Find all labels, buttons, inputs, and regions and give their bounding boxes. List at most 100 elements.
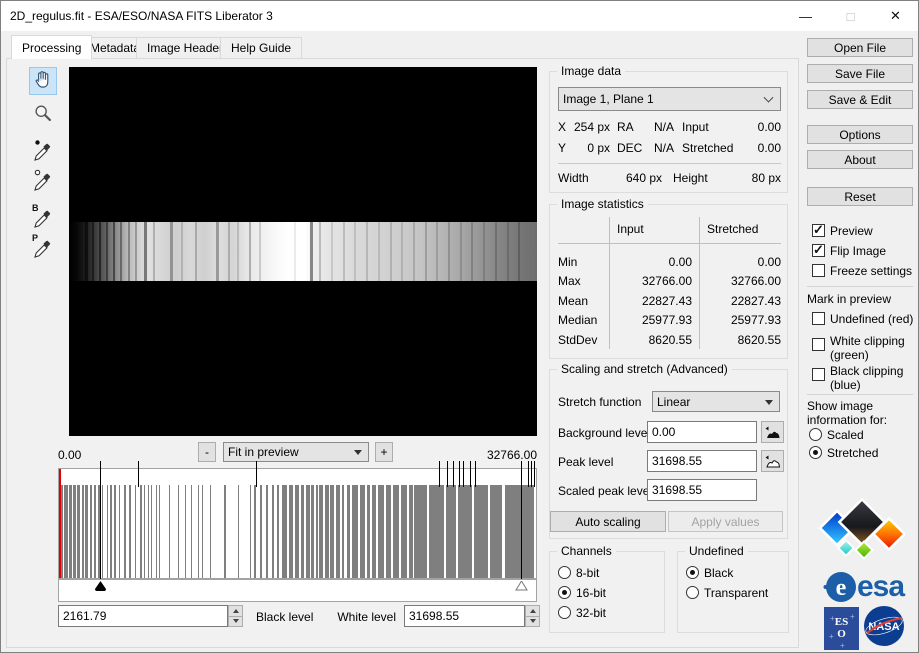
preview-checkbox[interactable] [812, 224, 825, 237]
mark-undefined-checkbox[interactable] [812, 312, 825, 325]
save-file-button[interactable]: Save File [807, 64, 913, 83]
channel-16bit-option[interactable]: 16-bit [558, 586, 606, 600]
background-picker-button[interactable] [761, 421, 784, 443]
peak-picker-tool-button[interactable] [29, 168, 57, 196]
histogram-bar [82, 485, 84, 578]
open-file-button[interactable]: Open File [807, 38, 913, 57]
freeze-settings-checkbox[interactable] [812, 264, 825, 277]
show-info-scaled-option[interactable]: Scaled [809, 428, 864, 442]
about-button[interactable]: About [807, 150, 913, 169]
histogram-range-combo[interactable]: Fit in preview [223, 442, 369, 462]
right-panel-separator [807, 286, 913, 287]
white-clipping-label: White clipping (green) [830, 334, 905, 362]
scaled-peak-level-label: Scaled peak level [558, 484, 652, 498]
save-and-edit-button[interactable]: Save & Edit [807, 90, 913, 109]
histogram-max-label: 32766.00 [437, 448, 537, 462]
absorption-line [249, 222, 251, 281]
stretch-function-combo[interactable]: Linear [652, 391, 780, 412]
channel-32bit-option[interactable]: 32-bit [558, 606, 606, 620]
reset-button[interactable]: Reset [807, 187, 913, 206]
undefined-black-option[interactable]: Black [686, 566, 733, 580]
preview-option[interactable]: Preview [812, 224, 873, 238]
white-level-slider-thumb[interactable] [515, 581, 528, 591]
hand-tool-button[interactable] [29, 67, 57, 95]
tab-help-guide[interactable]: Help Guide [220, 37, 302, 59]
mark-white-clipping-option[interactable]: White clipping (green) [812, 334, 905, 362]
histogram-tick [534, 461, 535, 487]
image-preview[interactable] [69, 67, 537, 436]
histogram-plot[interactable] [58, 468, 537, 579]
tab-processing[interactable]: Processing [11, 35, 92, 59]
histogram-bar [386, 485, 392, 578]
histogram-bar [185, 485, 186, 578]
black-level-spinner[interactable] [228, 605, 243, 627]
radio-32bit[interactable] [558, 606, 571, 619]
peak-level-input[interactable] [647, 450, 757, 472]
histogram-bar [360, 485, 365, 578]
histogram-bar [64, 485, 68, 578]
white-level-picker-tool-button[interactable]: P [29, 235, 57, 263]
svg-text:+: + [850, 612, 855, 621]
x-value: 254 px [568, 120, 610, 134]
absorption-line [216, 222, 219, 281]
white-level-spinner[interactable] [525, 605, 540, 627]
radio-undefined-black[interactable] [686, 566, 699, 579]
close-button[interactable]: ✕ [873, 1, 918, 31]
flip-image-checkbox[interactable] [812, 244, 825, 257]
radio-16bit[interactable] [558, 586, 571, 599]
histogram-zoom-out-button[interactable]: - [198, 442, 216, 462]
mark-undefined-label: Undefined (red) [830, 312, 913, 326]
histogram-tick [453, 461, 454, 487]
black-level-input[interactable] [58, 605, 228, 627]
mark-undefined-option[interactable]: Undefined (red) [812, 312, 913, 326]
peak-picker-button[interactable] [761, 450, 784, 472]
background-level-input[interactable] [647, 421, 757, 443]
image-statistics-title: Image statistics [557, 197, 648, 211]
auto-scaling-button[interactable]: Auto scaling [550, 511, 666, 532]
histogram-bar [110, 485, 111, 578]
radio-8bit[interactable] [558, 566, 571, 579]
absorption-line [378, 222, 380, 281]
options-button[interactable]: Options [807, 125, 913, 144]
background-picker-tool-button[interactable] [29, 138, 57, 166]
histogram-bar [140, 485, 142, 578]
absorption-line [99, 222, 101, 281]
level-slider-track[interactable] [58, 579, 537, 602]
black-level-picker-tool-button[interactable]: B [29, 205, 57, 233]
scaled-peak-level-input[interactable] [647, 479, 757, 501]
minimize-button[interactable]: — [783, 1, 828, 31]
mark-black-clipping-option[interactable]: Black clipping (blue) [812, 364, 903, 392]
radio-scaled[interactable] [809, 428, 822, 441]
flip-image-checkbox-label: Flip Image [830, 244, 886, 258]
histogram-bar [169, 485, 170, 578]
histogram-bar [159, 485, 160, 578]
width-value: 640 px [612, 171, 662, 185]
radio-undefined-transparent[interactable] [686, 586, 699, 599]
histogram-bar [198, 485, 199, 578]
esa-logo: e esa [823, 570, 904, 604]
radio-stretched[interactable] [809, 446, 822, 459]
histogram-tick [459, 461, 460, 487]
stretch-function-label: Stretch function [558, 395, 641, 409]
histogram-bar [306, 485, 310, 578]
plane-selector-combo[interactable]: Image 1, Plane 1 [558, 87, 781, 111]
white-level-input[interactable] [404, 605, 525, 627]
height-label: Height [673, 171, 708, 185]
black-level-marker-line[interactable] [100, 461, 101, 580]
undefined-transparent-option[interactable]: Transparent [686, 586, 768, 600]
black-clipping-checkbox[interactable] [812, 368, 825, 381]
white-clipping-checkbox[interactable] [812, 338, 825, 351]
show-info-stretched-option[interactable]: Stretched [809, 446, 878, 460]
black-level-slider-thumb[interactable] [94, 581, 107, 591]
freeze-settings-option[interactable]: Freeze settings [812, 264, 912, 278]
white-level-marker-line[interactable] [521, 461, 522, 580]
histogram-bar [260, 485, 262, 578]
channel-8bit-option[interactable]: 8-bit [558, 566, 599, 580]
flip-image-option[interactable]: Flip Image [812, 244, 886, 258]
zoom-tool-button[interactable] [29, 101, 57, 129]
stats-divider-1 [609, 217, 610, 349]
histogram-bar [124, 485, 126, 578]
histogram-zoom-in-button[interactable]: + [375, 442, 393, 462]
histogram-bar [272, 485, 275, 578]
histogram-bar [191, 485, 193, 578]
